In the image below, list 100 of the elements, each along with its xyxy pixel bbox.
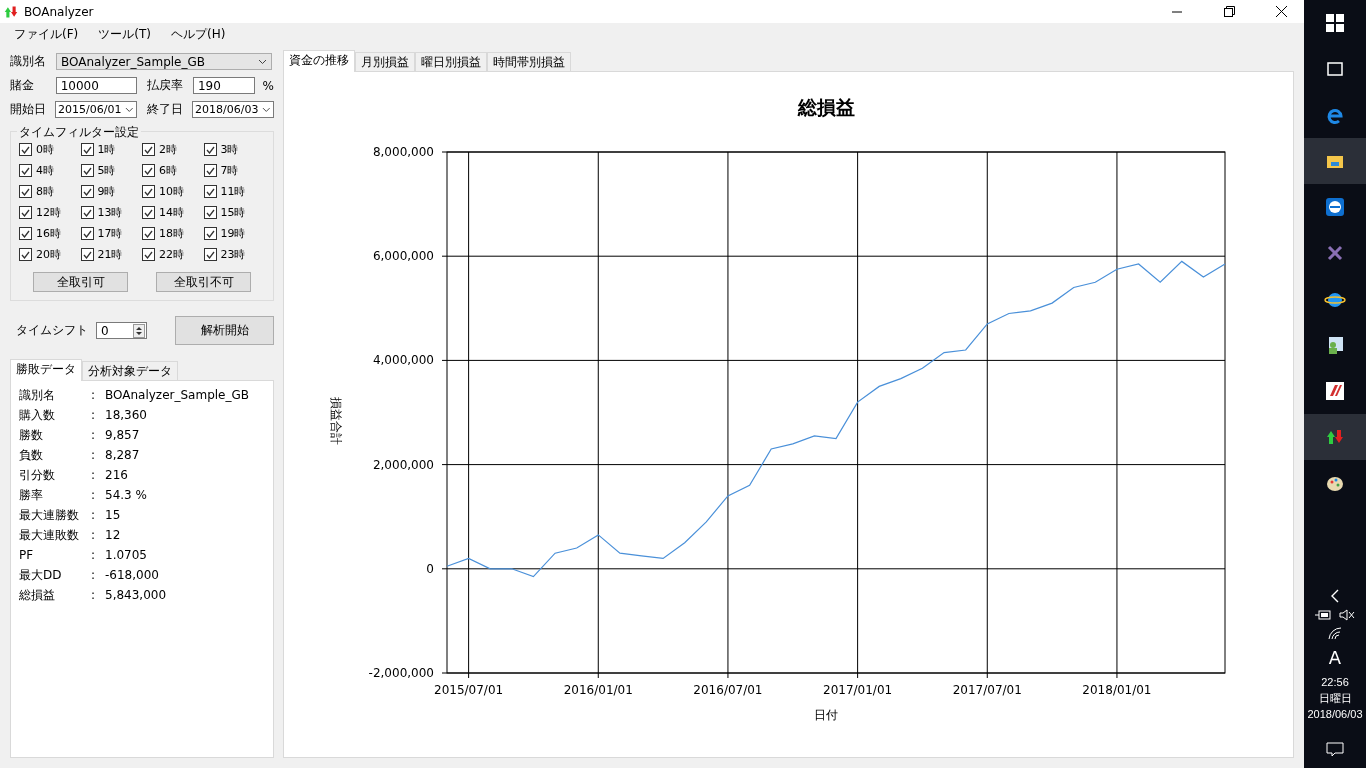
checkbox[interactable]: [203, 185, 217, 198]
checkbox[interactable]: [19, 185, 32, 198]
separator-colon: :: [91, 568, 97, 582]
wifi-icon[interactable]: [1328, 627, 1342, 641]
spin-arrows-icon[interactable]: [133, 323, 146, 338]
checkbox-label: 15時: [220, 205, 246, 220]
menu-item[interactable]: ファイル(F): [6, 23, 87, 45]
battery-plug-icon[interactable]: [1315, 609, 1331, 621]
checkbox[interactable]: [203, 143, 217, 156]
tab[interactable]: 時間帯別損益: [487, 52, 571, 71]
chart-title: 総損益: [797, 96, 855, 118]
folder-icon: [1327, 156, 1343, 168]
checkbox-label: 17時: [97, 226, 123, 241]
payout-field[interactable]: 190: [192, 77, 255, 94]
menu-item[interactable]: ツール(T): [90, 23, 159, 45]
checkbox[interactable]: [203, 248, 217, 261]
checkbox-label: 23時: [220, 247, 246, 262]
clock[interactable]: 22:56 日曜日 2018/06/03: [1307, 674, 1363, 722]
field-label: 識別名: [10, 53, 47, 70]
checkbox[interactable]: [19, 227, 32, 240]
speaker-muted-icon[interactable]: [1339, 609, 1355, 621]
stat-value: 1.0705: [105, 548, 147, 562]
date-picker[interactable]: 2015/06/01: [55, 101, 137, 118]
x-tick-label: 2017/07/01: [952, 683, 1022, 697]
y-tick-label: 8,000,000: [372, 145, 434, 159]
stake-field[interactable]: 10000: [55, 77, 138, 94]
checkbox-label: 16時: [36, 226, 61, 241]
checkbox[interactable]: [142, 227, 155, 240]
checkbox[interactable]: [19, 143, 32, 156]
stat-value: 9,857: [105, 428, 140, 442]
checkbox-label: 3時: [220, 142, 239, 157]
checkbox[interactable]: [19, 164, 32, 177]
filter-button[interactable]: 全取引可: [33, 272, 128, 292]
stat-value: -618,000: [105, 568, 159, 582]
field-label: タイムシフト: [16, 322, 88, 339]
x-tick-label: 2016/07/01: [693, 683, 763, 697]
tab[interactable]: 月別損益: [355, 52, 415, 71]
up-down-arrows-icon: [1327, 430, 1343, 444]
field-label: 払戻率: [147, 77, 185, 94]
x-logo-icon: [1327, 245, 1343, 261]
separator-colon: :: [91, 428, 97, 442]
separator-colon: :: [91, 468, 97, 482]
tab[interactable]: 勝敗データ: [10, 359, 82, 381]
checkbox-label: 2時: [159, 142, 177, 157]
checkbox[interactable]: [80, 185, 94, 198]
checkbox-label: 4時: [36, 163, 54, 178]
checkbox-label: 1時: [97, 142, 116, 157]
checkbox-label: 9時: [97, 184, 116, 199]
x-tick-label: 2015/07/01: [434, 683, 504, 697]
checkbox-label: 11時: [220, 184, 246, 199]
checkbox[interactable]: [203, 206, 217, 219]
stat-value: 18,360: [105, 408, 147, 422]
checkbox[interactable]: [80, 248, 94, 261]
slash-logo-icon: [1326, 382, 1344, 400]
x-axis-title: 日付: [814, 708, 838, 722]
tab[interactable]: 分析対象データ: [82, 361, 178, 380]
tab[interactable]: 曜日別損益: [415, 52, 487, 71]
checkbox[interactable]: [203, 227, 217, 240]
checkbox[interactable]: [142, 248, 155, 261]
checkbox[interactable]: [80, 206, 94, 219]
field-label: 終了日: [147, 101, 184, 118]
checkbox[interactable]: [80, 227, 94, 240]
stat-value: BOAnalyzer_Sample_GB: [105, 388, 249, 402]
ime-indicator[interactable]: A: [1328, 647, 1342, 668]
app-icon: [4, 4, 18, 19]
checkbox[interactable]: [142, 185, 155, 198]
checkbox-label: 0時: [36, 142, 54, 157]
menu-item[interactable]: ヘルプ(H): [162, 23, 234, 45]
checkbox[interactable]: [142, 143, 155, 156]
checkbox[interactable]: [142, 206, 155, 219]
tab[interactable]: 資金の推移: [283, 50, 355, 72]
checkbox[interactable]: [142, 164, 155, 177]
stat-label: 負数: [19, 446, 44, 464]
stat-label: 購入数: [19, 406, 56, 424]
checkbox[interactable]: [19, 248, 32, 261]
stat-label: 引分数: [19, 466, 56, 484]
stat-label: 勝数: [19, 426, 44, 444]
spin-field[interactable]: 0: [96, 322, 148, 339]
stat-label: 識別名: [19, 386, 56, 404]
checkbox[interactable]: [19, 206, 32, 219]
chevron-left-icon[interactable]: [1330, 589, 1340, 603]
name-dropdown[interactable]: BOAnalyzer_Sample_GB: [56, 53, 272, 70]
checkbox-label: 8時: [36, 184, 54, 199]
checkbox-label: 7時: [220, 163, 239, 178]
separator-colon: :: [91, 588, 97, 602]
checkbox-label: 6時: [159, 163, 177, 178]
checkbox[interactable]: [80, 164, 94, 177]
analyze-button[interactable]: 解析開始: [175, 316, 274, 345]
checkbox-label: 20時: [36, 247, 61, 262]
stat-label: PF: [19, 548, 35, 562]
task-view-icon: [1327, 62, 1343, 76]
checkbox[interactable]: [80, 143, 94, 156]
checkbox[interactable]: [203, 164, 217, 177]
palette-icon: [1327, 477, 1343, 491]
stat-label: 勝率: [19, 486, 44, 504]
filter-button[interactable]: 全取引不可: [156, 272, 251, 292]
notification-icon[interactable]: [1326, 742, 1344, 758]
field-label: 賭金: [10, 77, 35, 94]
separator-colon: :: [91, 388, 97, 402]
date-picker[interactable]: 2018/06/03: [192, 101, 274, 118]
